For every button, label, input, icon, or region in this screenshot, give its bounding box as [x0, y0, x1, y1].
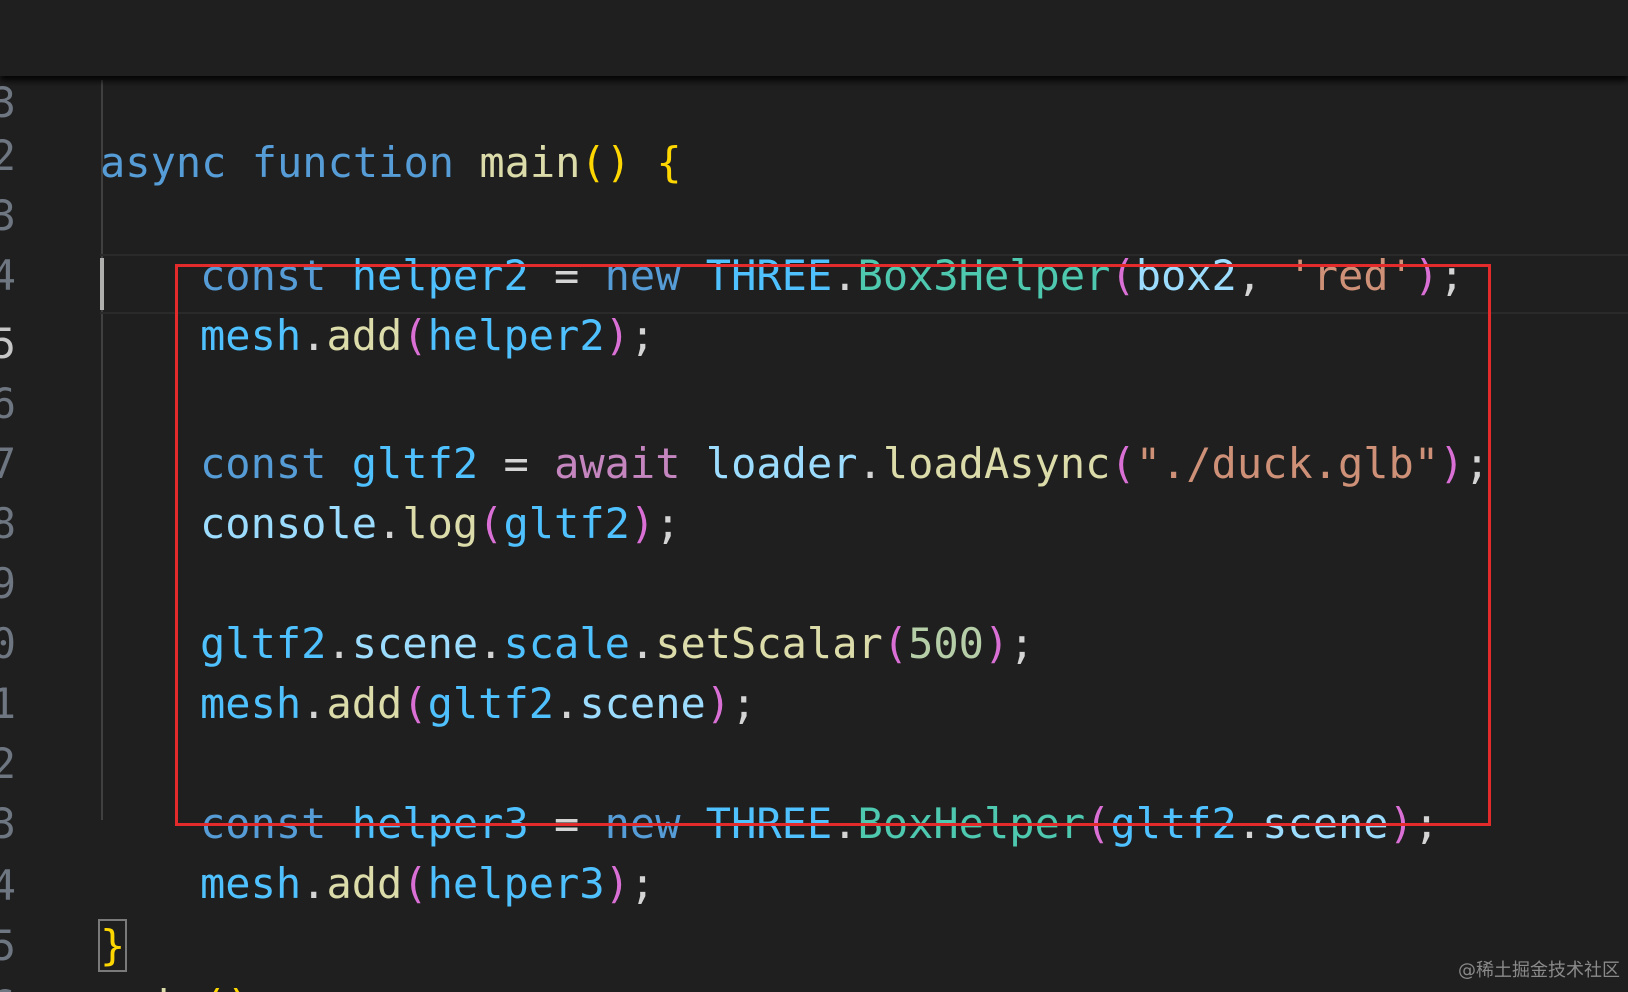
- line-number: 6: [0, 976, 16, 992]
- sticky-line[interactable]: 3 async function main() {: [0, 13, 1628, 187]
- code-text: main();: [100, 976, 277, 992]
- code-editor[interactable]: 3 async function main() { 2 3 const help…: [0, 0, 1628, 992]
- function-token: main: [100, 981, 201, 992]
- code-line[interactable]: 5 main();: [0, 856, 1628, 992]
- line-number: 3: [0, 78, 16, 127]
- function-token: main: [479, 138, 581, 187]
- keyword-token: async: [100, 138, 227, 187]
- code-line[interactable]: 4 mesh.add(helper2);: [0, 186, 1628, 360]
- brace-token: {: [656, 138, 682, 187]
- red-highlight-box: [175, 264, 1491, 826]
- code-line[interactable]: 6: [0, 916, 1628, 992]
- code-text: async function main() {: [100, 133, 682, 193]
- paren-token: (): [580, 138, 632, 187]
- keyword-token: function: [251, 138, 455, 187]
- sticky-scroll-header[interactable]: 3 async function main() {: [0, 0, 1628, 187]
- watermark: @稀土掘金技术社区: [1458, 960, 1620, 981]
